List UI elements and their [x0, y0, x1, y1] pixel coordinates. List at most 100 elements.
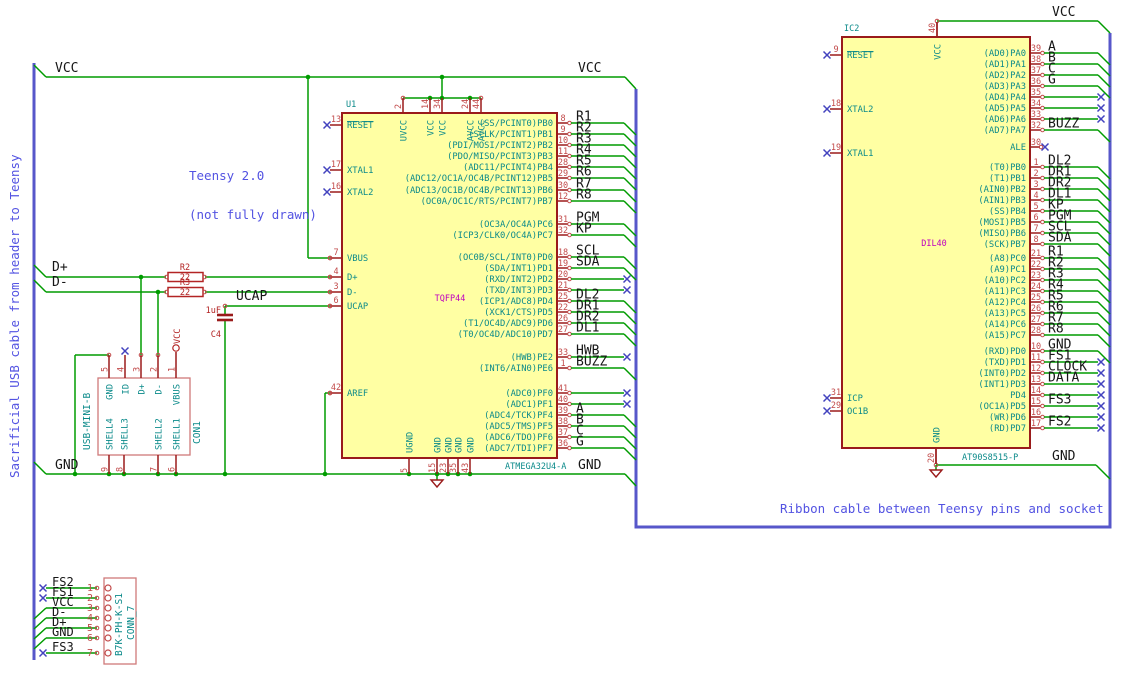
pin-end-icon	[1040, 186, 1045, 192]
net-label: UCAP	[236, 289, 267, 304]
pin-end-icon	[1040, 332, 1045, 338]
pin-number: 40	[928, 23, 938, 33]
pin-end-icon	[567, 401, 572, 407]
pad-circle-icon	[104, 614, 112, 622]
net-label: VCC	[1052, 5, 1075, 20]
pin-name: (XCK1/CTS)PD5	[484, 308, 553, 318]
pin-name: XTAL1	[347, 166, 373, 176]
pin-number: 5	[101, 367, 111, 372]
vcc-symbol-icon	[172, 344, 180, 352]
pin-end-icon	[567, 309, 572, 315]
bus-entry	[1097, 257, 1111, 271]
pin-name: ICP	[847, 394, 863, 404]
pin-end-icon	[1040, 392, 1045, 398]
pin-end-icon	[567, 390, 572, 396]
teensy-note-line1: Teensy 2.0	[189, 168, 265, 183]
pin-name: XTAL2	[847, 105, 873, 115]
pin-number: 6	[87, 633, 93, 644]
capacitor-value: 1uF	[206, 306, 221, 316]
wire	[1095, 464, 1111, 480]
teensy-note: Teensy 2.0 (not fully drawn)	[189, 143, 317, 247]
pin-name: PD4	[1010, 391, 1026, 401]
pin-name: (AIN0)PB2	[978, 185, 1026, 195]
pad-circle-icon	[104, 584, 112, 592]
pin-name: (AD4)PA4	[984, 93, 1026, 103]
net-label: FS3	[52, 640, 74, 654]
net-label: R8	[576, 188, 592, 203]
pin-name: D+	[347, 273, 358, 283]
pin-name: (PDO/MISO/PCINT3)PB3	[447, 152, 553, 162]
pin-name: (INT6/AIN0)PE6	[479, 364, 553, 374]
pin-name: (A8)PC0	[989, 254, 1026, 264]
pin-name: (OC3A/OC4A)PC6	[479, 220, 553, 230]
wire	[1097, 20, 1111, 34]
pin-name: (AD7)PA7	[984, 126, 1026, 136]
pin-number: 31	[831, 388, 841, 398]
pin-end-icon	[567, 198, 572, 204]
net-label: GND	[55, 458, 79, 473]
pin-name: (OC0B/SCL/INT0)PD0	[458, 253, 553, 263]
pin-end-icon	[1040, 197, 1045, 203]
bus-entry	[623, 177, 637, 191]
pin-end-icon	[1040, 50, 1045, 56]
pin-name: (MOSI)PB5	[978, 218, 1026, 228]
ic-ref: U1	[346, 100, 356, 110]
pin-name: D+	[138, 384, 148, 395]
pin-end-icon	[567, 175, 572, 181]
pin-number: 17	[331, 160, 341, 170]
bus-entry	[1097, 210, 1111, 224]
pin-end-icon	[567, 232, 572, 238]
pin-number: 6	[168, 467, 178, 472]
pin-end-icon	[567, 254, 572, 260]
wire	[33, 264, 47, 278]
pin-number: 35	[449, 463, 459, 473]
pin-number: 43	[461, 463, 471, 473]
pin-name: (ADC1)PF1	[505, 400, 553, 410]
pin-name: (SCLK/PCINT1)PB1	[468, 130, 553, 140]
schematic-canvas: VCC VCCGND GNDD+D-UCAPVCCGNDU1TQFP44ATMEGA…	[32, 5, 1112, 665]
net-label: SDA	[1048, 231, 1072, 246]
pin-number: 42	[331, 383, 341, 393]
net-label: GND	[578, 458, 602, 473]
pin-end-icon	[1040, 164, 1045, 170]
pin-end-icon	[1040, 175, 1045, 181]
pin-name: VCC	[439, 120, 449, 136]
ic-part: ATMEGA32U4-A	[505, 462, 566, 472]
ribbon-note: Ribbon cable between Teensy pins and soc…	[780, 501, 1104, 516]
pin-number: 19	[831, 143, 841, 153]
pin-name: (AD2)PA2	[984, 71, 1026, 81]
pin-name: VCC	[427, 120, 437, 136]
bus-entry	[623, 322, 637, 336]
net-label: BUZZ	[576, 355, 607, 370]
pin-name: ID	[122, 384, 132, 395]
junction-dot	[222, 471, 228, 477]
pin-number: 20	[927, 453, 937, 463]
pin-number: 7	[87, 648, 93, 659]
bus-entry	[1097, 323, 1111, 337]
bus-entry	[1097, 243, 1111, 257]
pin-end-icon	[1040, 359, 1045, 365]
resistor-ref: R2	[180, 263, 190, 273]
pin-number: 7	[150, 467, 160, 472]
bus-entry	[623, 447, 637, 461]
pin-number: 24	[461, 99, 471, 109]
pin-name: (A14)PC6	[984, 320, 1026, 330]
pin-name: VBUS	[347, 254, 368, 264]
pin-name: VBUS	[173, 384, 183, 405]
pin-number: 5	[400, 468, 410, 473]
pin-end-icon	[567, 153, 572, 159]
pin-name: GND	[445, 437, 455, 453]
capacitor-ref: C4	[211, 330, 221, 340]
pin-end-icon	[1040, 288, 1045, 294]
pin-number: 18	[831, 99, 841, 109]
bus-entry	[33, 617, 47, 630]
pin-name: RESET	[347, 121, 374, 131]
ic-value: TQFP44	[435, 294, 466, 304]
pin-number: 44	[472, 99, 482, 109]
pin-end-icon	[1040, 310, 1045, 316]
pin-end-icon	[1040, 370, 1045, 376]
pad-circle-icon	[104, 649, 112, 657]
pin-name: VCC	[934, 44, 944, 60]
pin-name: (ICP1/ADC8)PD4	[479, 297, 553, 307]
pin-name: ALE	[1010, 143, 1026, 153]
